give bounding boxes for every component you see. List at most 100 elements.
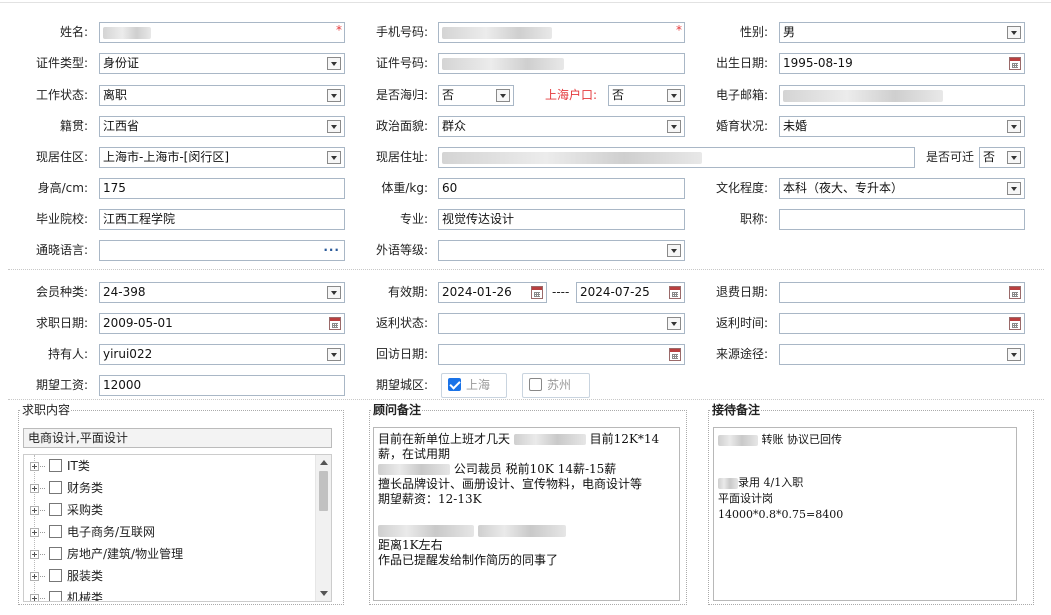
consultant-notes-textarea[interactable]: 目前在新单位上班才几天 目前12K*14 薪，在试用期 公司裁员 税前10K 1… bbox=[373, 427, 680, 601]
major-input[interactable]: 视觉传达设计 bbox=[438, 209, 685, 230]
checkbox-icon[interactable] bbox=[49, 591, 62, 601]
tree-connector bbox=[40, 488, 45, 489]
salary-input[interactable]: 12000 bbox=[99, 375, 345, 396]
checkbox-icon[interactable] bbox=[49, 525, 62, 538]
expand-icon[interactable] bbox=[30, 550, 39, 559]
chevron-down-icon[interactable] bbox=[1007, 151, 1021, 164]
weight-input[interactable]: 60 bbox=[438, 178, 685, 199]
expand-icon[interactable] bbox=[30, 594, 39, 601]
tree-scrollbar[interactable] bbox=[315, 455, 331, 601]
tree-item[interactable]: 服装类 bbox=[24, 565, 314, 587]
relocatable-select[interactable]: 否 bbox=[979, 147, 1025, 168]
chevron-down-icon[interactable] bbox=[667, 244, 681, 257]
checkbox-icon[interactable] bbox=[529, 378, 542, 391]
visit-date-input[interactable] bbox=[438, 344, 685, 365]
chevron-down-icon[interactable] bbox=[1007, 348, 1021, 361]
city-option-label: 苏州 bbox=[547, 378, 572, 392]
checkbox-icon[interactable] bbox=[49, 503, 62, 516]
city-option-suzhou[interactable]: 苏州 bbox=[522, 373, 590, 398]
residence-area-select[interactable]: 上海市-上海市-[闵行区] bbox=[99, 147, 345, 168]
more-icon[interactable]: ··· bbox=[323, 241, 340, 260]
residence-address-input[interactable] bbox=[438, 147, 915, 168]
chevron-down-icon[interactable] bbox=[1007, 120, 1021, 133]
shanghai-hukou-label: 上海户口: bbox=[544, 88, 597, 102]
birthdate-input[interactable]: 1995-08-19 bbox=[779, 53, 1025, 74]
scroll-down-icon[interactable] bbox=[320, 591, 328, 596]
chevron-down-icon[interactable] bbox=[496, 89, 510, 102]
chevron-down-icon[interactable] bbox=[667, 120, 681, 133]
member-type-label: 会员种类: bbox=[35, 285, 88, 299]
member-type-select[interactable]: 24-398 bbox=[99, 282, 345, 303]
expand-icon[interactable] bbox=[30, 572, 39, 581]
title-input[interactable] bbox=[779, 209, 1025, 230]
school-input[interactable]: 江西工程学院 bbox=[99, 209, 345, 230]
chevron-down-icon[interactable] bbox=[667, 89, 681, 102]
tree-item[interactable]: 采购类 bbox=[24, 499, 314, 521]
name-input[interactable]: * bbox=[99, 22, 345, 43]
job-date-input[interactable]: 2009-05-01 bbox=[99, 313, 345, 334]
expand-icon[interactable] bbox=[30, 528, 39, 537]
holder-select[interactable]: yirui022 bbox=[99, 344, 345, 365]
calendar-icon[interactable] bbox=[669, 286, 681, 299]
relocatable-value: 否 bbox=[983, 150, 996, 164]
returnee-select[interactable]: 否 bbox=[438, 85, 514, 106]
email-label: 电子邮箱: bbox=[715, 88, 768, 102]
required-marker: * bbox=[676, 23, 682, 37]
work-status-select[interactable]: 离职 bbox=[99, 85, 345, 106]
city-option-shanghai[interactable]: 上海 bbox=[441, 373, 507, 398]
phone-input[interactable]: * bbox=[438, 22, 685, 43]
id-number-input[interactable] bbox=[438, 53, 685, 74]
scroll-thumb[interactable] bbox=[319, 471, 328, 511]
calendar-icon[interactable] bbox=[669, 348, 681, 361]
valid-start-input[interactable]: 2024-01-26 bbox=[438, 282, 547, 303]
chevron-down-icon[interactable] bbox=[327, 151, 341, 164]
tree-item[interactable]: 机械类 bbox=[24, 587, 314, 601]
expand-icon[interactable] bbox=[30, 462, 39, 471]
language-input[interactable]: ··· bbox=[99, 240, 345, 261]
id-type-select[interactable]: 身份证 bbox=[99, 53, 345, 74]
valid-end-input[interactable]: 2024-07-25 bbox=[576, 282, 685, 303]
expand-icon[interactable] bbox=[30, 506, 39, 515]
foreign-level-select[interactable] bbox=[438, 240, 685, 261]
email-input[interactable] bbox=[779, 85, 1025, 106]
checkbox-icon[interactable] bbox=[49, 569, 62, 582]
expand-icon[interactable] bbox=[30, 484, 39, 493]
education-select[interactable]: 本科（夜大、专升本） bbox=[779, 178, 1025, 199]
gender-select[interactable]: 男 bbox=[779, 22, 1025, 43]
chevron-down-icon[interactable] bbox=[327, 89, 341, 102]
rebate-time-input[interactable] bbox=[779, 313, 1025, 334]
chevron-down-icon[interactable] bbox=[327, 57, 341, 70]
checkbox-checked-icon[interactable] bbox=[448, 378, 461, 391]
chevron-down-icon[interactable] bbox=[327, 286, 341, 299]
native-place-select[interactable]: 江西省 bbox=[99, 116, 345, 137]
shanghai-hukou-select[interactable]: 否 bbox=[608, 85, 685, 106]
chevron-down-icon[interactable] bbox=[327, 120, 341, 133]
calendar-icon[interactable] bbox=[531, 286, 543, 299]
reception-notes-textarea[interactable]: 转账 协议已回传 录用 4/1入职 平面设计岗 14000*0.8*0.75=8… bbox=[713, 427, 1017, 601]
tree-item[interactable]: IT类 bbox=[24, 455, 314, 477]
calendar-icon[interactable] bbox=[329, 317, 341, 330]
rebate-status-select[interactable] bbox=[438, 313, 685, 334]
scroll-up-icon[interactable] bbox=[320, 460, 328, 465]
marital-select[interactable]: 未婚 bbox=[779, 116, 1025, 137]
checkbox-icon[interactable] bbox=[49, 481, 62, 494]
calendar-icon[interactable] bbox=[1009, 317, 1021, 330]
tree-connector bbox=[40, 510, 45, 511]
tree-item[interactable]: 财务类 bbox=[24, 477, 314, 499]
chevron-down-icon[interactable] bbox=[1007, 182, 1021, 195]
calendar-icon[interactable] bbox=[1009, 57, 1021, 70]
source-select[interactable] bbox=[779, 344, 1025, 365]
chevron-down-icon[interactable] bbox=[327, 348, 341, 361]
calendar-icon[interactable] bbox=[1009, 286, 1021, 299]
checkbox-icon[interactable] bbox=[49, 547, 62, 560]
refund-date-input[interactable] bbox=[779, 282, 1025, 303]
checkbox-icon[interactable] bbox=[49, 459, 62, 472]
visit-date-label: 回访日期: bbox=[375, 347, 428, 361]
height-input[interactable]: 175 bbox=[99, 178, 345, 199]
chevron-down-icon[interactable] bbox=[667, 317, 681, 330]
political-select[interactable]: 群众 bbox=[438, 116, 685, 137]
chevron-down-icon[interactable] bbox=[1007, 26, 1021, 39]
tree-item[interactable]: 房地产/建筑/物业管理 bbox=[24, 543, 314, 565]
school-value: 江西工程学院 bbox=[103, 212, 176, 226]
tree-item[interactable]: 电子商务/互联网 bbox=[24, 521, 314, 543]
